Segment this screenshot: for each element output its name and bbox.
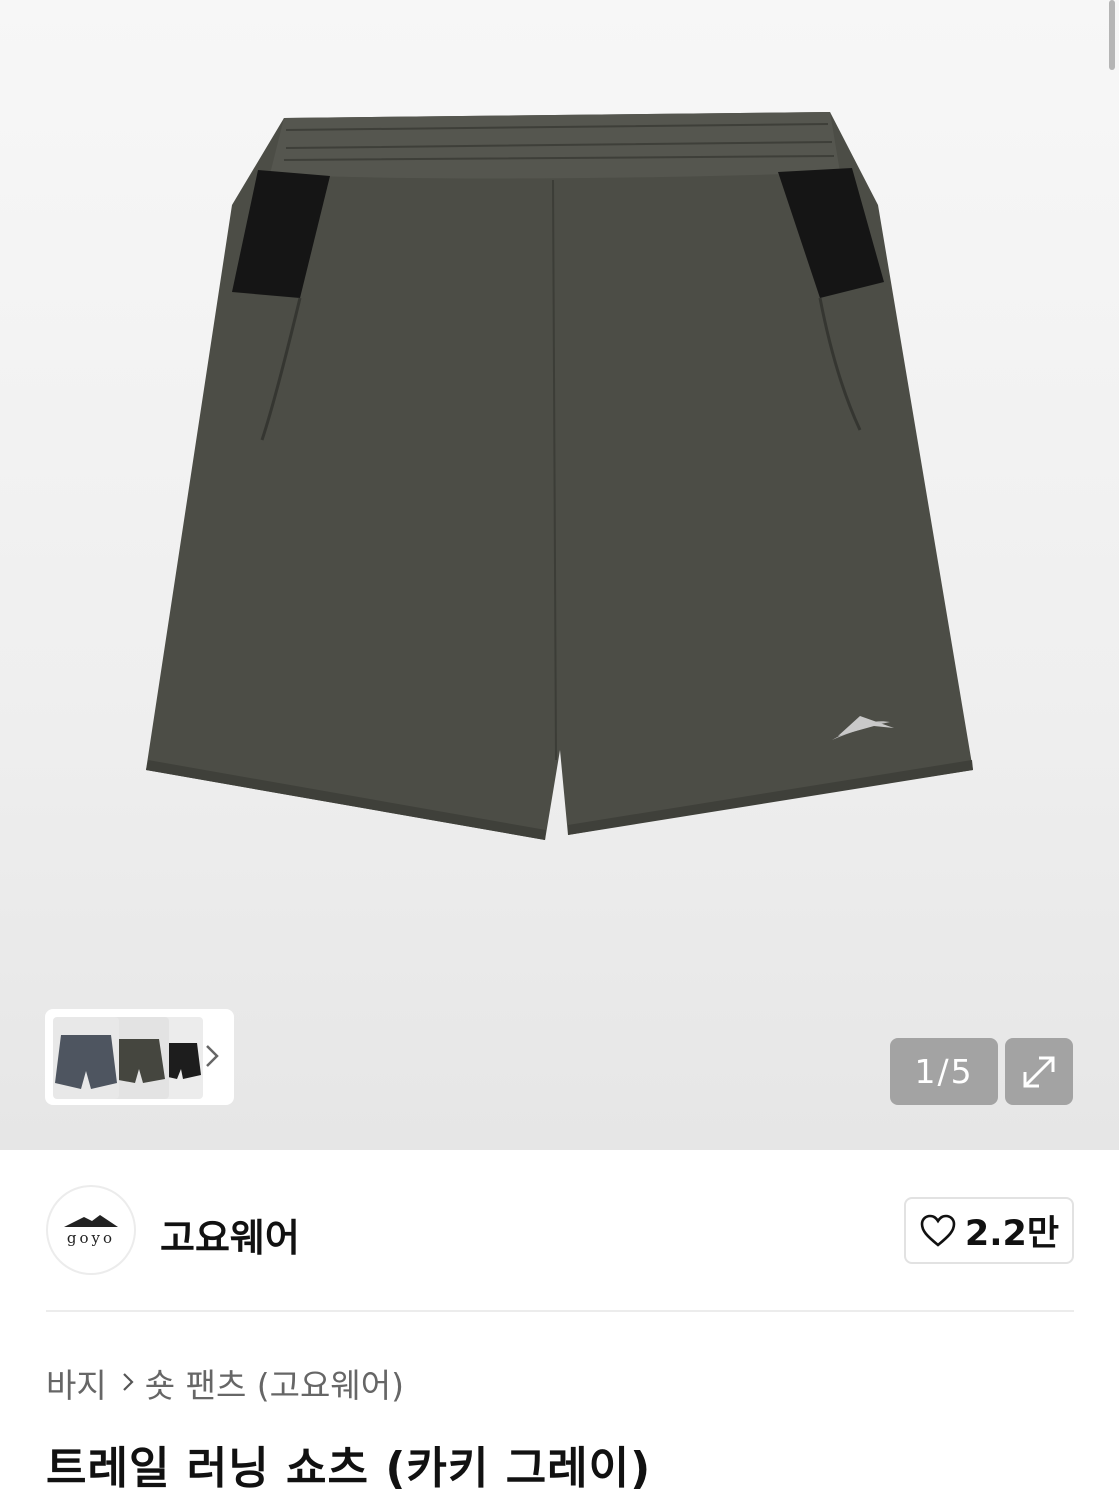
brand-name[interactable]: 고요웨어	[160, 1207, 300, 1262]
expand-button[interactable]	[1005, 1038, 1073, 1105]
heart-icon	[920, 1214, 956, 1247]
current-page: 1	[914, 1052, 938, 1091]
breadcrumb: 바지 숏 팬츠 (고요웨어)	[46, 1360, 404, 1406]
total-pages: 5	[950, 1052, 974, 1091]
thumbnail-strip[interactable]	[45, 1009, 234, 1105]
divider	[46, 1310, 1074, 1312]
breadcrumb-item-pants[interactable]: 바지	[46, 1359, 107, 1407]
chevron-right-icon[interactable]	[200, 1041, 224, 1071]
page-separator: /	[937, 1052, 951, 1091]
thumbnail-1[interactable]	[53, 1017, 119, 1099]
chevron-right-icon	[121, 1366, 135, 1401]
product-image-shorts[interactable]	[0, 0, 1119, 1150]
brand-logo[interactable]: goyo	[46, 1185, 136, 1275]
scrollbar[interactable]	[1109, 0, 1115, 70]
brand-logo-text: goyo	[66, 1228, 116, 1247]
image-page-counter: 1 / 5	[890, 1038, 998, 1105]
expand-arrow-icon	[1023, 1056, 1055, 1087]
like-count: 2.2만	[964, 1214, 1060, 1254]
thumbnail-stack[interactable]	[45, 1009, 203, 1105]
like-button[interactable]: 2.2만	[904, 1197, 1074, 1264]
mountain-logo-icon	[64, 1214, 118, 1227]
breadcrumb-item-short-pants[interactable]: 숏 팬츠 (고요웨어)	[145, 1359, 404, 1407]
product-title: 트레일 러닝 쇼츠 (카키 그레이)	[46, 1443, 652, 1494]
product-image-gallery[interactable]: 1 / 5	[0, 0, 1119, 1150]
brand-row: goyo 고요웨어 2.2만	[46, 1185, 1074, 1277]
